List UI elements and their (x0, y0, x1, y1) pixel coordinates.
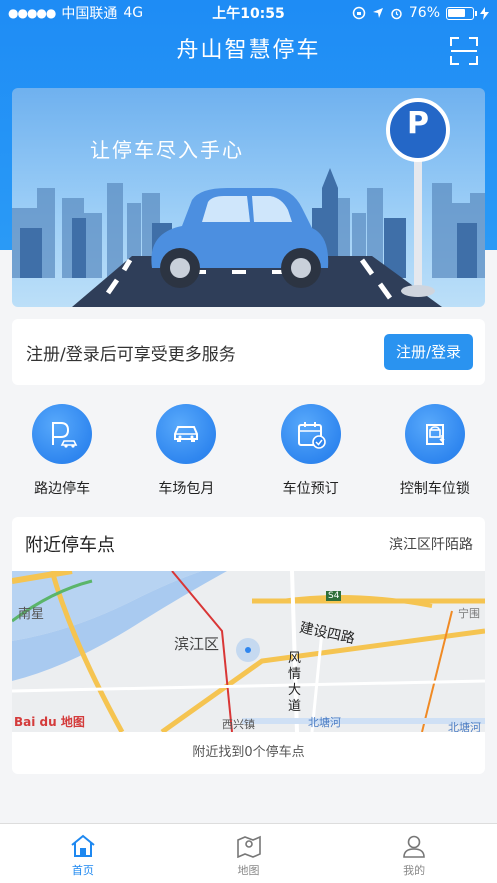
car-icon (156, 404, 217, 464)
status-right: 76% (309, 5, 489, 21)
home-icon (71, 834, 95, 857)
map-label: 南星 (18, 607, 45, 622)
user-icon (403, 835, 425, 858)
quick-action-label: 车位预订 (282, 481, 339, 497)
status-bar: ●●●●● 中国联通 4G 上午10:55 76% (0, 0, 497, 26)
map-label: 风情大道 (288, 651, 302, 714)
battery-fill (448, 8, 465, 17)
quick-action-label: 控制车位锁 (399, 481, 470, 497)
rotation-lock-icon (352, 6, 366, 20)
nearby-parking-card: 附近停车点 滨江区阡陌路 南星 滨江区 建设四路 风情大道 西兴镇 北塘河 S4 (12, 517, 485, 774)
map-label: 西兴镇 (222, 718, 255, 731)
map-label: 滨江区 (174, 635, 220, 653)
login-prompt-text: 注册/登录后可享受更多服务 (26, 344, 236, 365)
register-login-button[interactable]: 注册/登录 (383, 334, 473, 370)
tab-label: 我的 (403, 864, 426, 877)
quick-action-roadside-parking[interactable]: 路边停车 (0, 404, 124, 504)
status-time: 上午10:55 (212, 6, 285, 22)
battery-percent: 76% (408, 5, 440, 21)
alarm-icon (391, 8, 402, 19)
current-location[interactable]: 滨江区阡陌路 (389, 534, 473, 554)
tab-map[interactable]: 地图 (166, 824, 332, 883)
calendar-check-icon (280, 404, 341, 464)
map-roads (12, 571, 485, 732)
roadside-parking-icon (32, 404, 93, 464)
signal-strength-icon: ●●●●● (8, 6, 56, 20)
map-logo: Bai du 地图 (14, 715, 85, 729)
bottom-tab-bar: 首页 地图 我的 (0, 823, 497, 883)
quick-action-parking-lock[interactable]: 控制车位锁 (373, 404, 497, 504)
login-prompt-card: 注册/登录后可享受更多服务 注册/登录 (12, 319, 485, 385)
tab-label: 首页 (71, 864, 94, 877)
scan-button[interactable] (449, 36, 479, 66)
map-label: S4 (326, 591, 342, 601)
parking-sign-letter: P (407, 106, 429, 141)
charging-icon (480, 6, 489, 20)
nearby-title: 附近停车点 (25, 535, 115, 556)
tab-label: 地图 (237, 864, 260, 877)
quick-action-monthly-lot[interactable]: 车场包月 (124, 404, 248, 504)
status-left: ●●●●● 中国联通 4G (8, 3, 188, 23)
quick-action-spot-booking[interactable]: 车位预订 (249, 404, 373, 504)
tab-profile[interactable]: 我的 (331, 824, 497, 883)
battery-icon (446, 6, 477, 20)
nearby-header: 附近停车点 滨江区阡陌路 (12, 517, 485, 571)
promo-banner[interactable]: 让停车尽入手心 P (12, 88, 485, 307)
scan-icon (450, 37, 478, 65)
carrier-name: 中国联通 (61, 6, 118, 22)
quick-action-label: 路边停车 (34, 481, 91, 497)
nearby-map[interactable]: 南星 滨江区 建设四路 风情大道 西兴镇 北塘河 S4 宁围 北塘河 Bai d… (12, 571, 485, 732)
parking-lock-icon (404, 404, 465, 464)
map-label: 北塘河 (448, 721, 481, 732)
quick-actions: 路边停车 车场包月 车位预订 控制车位锁 (0, 404, 497, 504)
location-arrow-icon (372, 8, 383, 18)
page-title: 舟山智慧停车 (176, 38, 321, 63)
map-icon (236, 835, 261, 858)
map-label: 宁围 (458, 607, 480, 620)
banner-slogan: 让停车尽入手心 (90, 138, 244, 162)
network-type: 4G (123, 5, 144, 21)
nearby-result-text: 附近找到0个停车点 (192, 745, 305, 760)
tab-home[interactable]: 首页 (0, 824, 166, 883)
map-label: 北塘河 (308, 716, 341, 729)
quick-action-label: 车场包月 (158, 481, 215, 497)
